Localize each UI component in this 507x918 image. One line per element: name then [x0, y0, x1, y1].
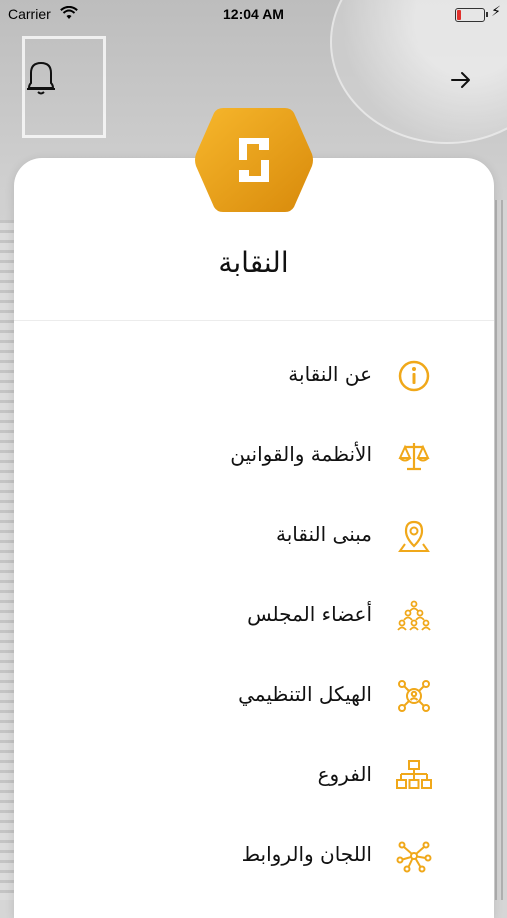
background-stripes-left: [0, 220, 14, 900]
arrow-right-icon[interactable]: [449, 68, 473, 92]
menu-item-org-structure[interactable]: الهيكل التنظيمي: [40, 666, 440, 726]
menu-item-label: اللجان والروابط: [241, 842, 372, 866]
battery-icon: [455, 8, 488, 22]
location-pin-icon: [398, 520, 430, 552]
charging-bolt-icon: ⚡: [491, 4, 501, 20]
status-bar: Carrier 12:04 AM ⚡: [0, 0, 507, 30]
page-title: النقابة: [218, 246, 289, 279]
menu-item-branches[interactable]: الفروع: [40, 746, 440, 806]
menu-item-label: مبنى النقابة: [276, 522, 372, 546]
menu-item-committees[interactable]: اللجان والروابط: [40, 826, 440, 886]
hierarchy-icon: [396, 760, 432, 789]
status-time: 12:04 AM: [223, 6, 284, 22]
menu-item-regulations[interactable]: الأنظمة والقوانين: [40, 426, 440, 486]
info-icon: [398, 360, 430, 392]
menu-item-label: أعضاء المجلس: [247, 602, 372, 626]
scales-icon: [398, 443, 430, 471]
menu-item-council[interactable]: أعضاء المجلس: [40, 586, 440, 646]
menu-item-label: الفروع: [317, 762, 372, 786]
menu-item-about[interactable]: عن النقابة: [40, 346, 440, 406]
org-network-icon: [398, 680, 430, 712]
bell-icon[interactable]: [24, 58, 58, 98]
menu-item-label: الأنظمة والقوانين: [230, 442, 372, 466]
menu-item-label: الهيكل التنظيمي: [238, 682, 372, 706]
share-nodes-icon: [396, 841, 432, 873]
people-group-icon: [397, 600, 431, 631]
divider: [14, 320, 494, 321]
menu-item-building[interactable]: مبنى النقابة: [40, 506, 440, 566]
syndicate-logo: [195, 108, 313, 212]
menu-item-label: عن النقابة: [288, 362, 372, 386]
